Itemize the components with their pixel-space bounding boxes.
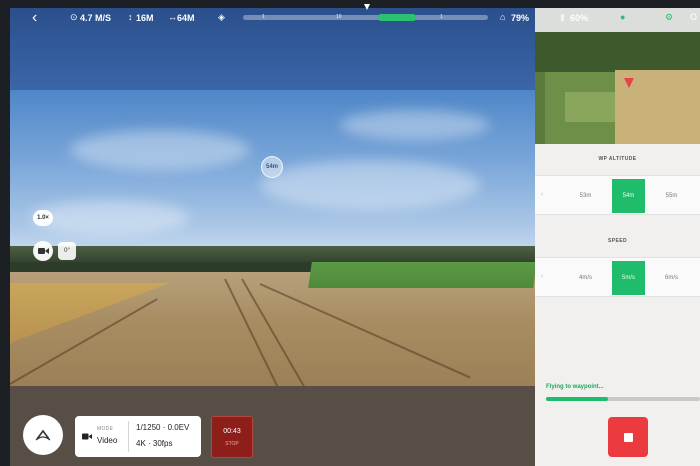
speed-option[interactable]: 6m/s xyxy=(655,261,688,295)
battery-icon: ▮ xyxy=(560,12,565,22)
altitude-option[interactable]: 53m xyxy=(569,179,602,213)
video-mode-icon xyxy=(82,433,92,440)
speed-selector: ‹ 4m/s 5m/s 6m/s xyxy=(535,257,700,297)
cloud xyxy=(70,130,250,170)
mission-progress-track xyxy=(243,15,488,20)
height-icon: ↕ xyxy=(128,12,133,22)
map-forest xyxy=(535,32,700,72)
return-home-icon xyxy=(35,429,51,441)
altitude-selector: ‹ 53m 54m 55m xyxy=(535,175,700,215)
mode-divider xyxy=(128,421,129,452)
progress-tick: 10 xyxy=(336,14,342,20)
speed-icon: ⊙ xyxy=(70,12,78,22)
camera-mode-card[interactable]: MODE Video 1/1250 · 0.0EV 4K · 30fps xyxy=(75,416,201,457)
distance-value: 64M xyxy=(177,13,195,23)
camera-switch-button[interactable] xyxy=(33,241,53,261)
return-home-button[interactable] xyxy=(23,415,63,455)
gimbal-button[interactable]: 0° xyxy=(58,242,76,260)
height-value: 16M xyxy=(136,13,154,23)
speed-value: 4.7 M/S xyxy=(80,13,112,23)
mini-map[interactable] xyxy=(535,32,700,144)
video-camera-icon xyxy=(37,248,49,254)
resolution-value: 4K · 30fps xyxy=(136,439,173,448)
waypoint-marker[interactable]: 54m xyxy=(261,156,283,178)
progress-pointer-icon xyxy=(364,4,370,10)
gps-icon: ● xyxy=(620,12,626,22)
flight-progress-bar xyxy=(546,397,700,401)
stop-icon xyxy=(623,432,633,442)
flight-status-text: Flying to waypoint... xyxy=(546,384,604,390)
grass-strip xyxy=(308,262,535,288)
drone-location-icon xyxy=(624,78,634,88)
map-field xyxy=(565,92,615,122)
record-time: 00:43 xyxy=(223,428,241,435)
stop-mission-button[interactable] xyxy=(608,417,648,457)
speed-option[interactable]: 4m/s xyxy=(569,261,602,295)
zoom-button[interactable]: 1.0× xyxy=(33,210,53,226)
speed-decrease-icon[interactable]: ‹ xyxy=(541,274,543,280)
mission-icon: ◈ xyxy=(218,12,225,22)
battery-value: 60% xyxy=(570,13,589,23)
flight-progress-fill xyxy=(546,397,608,401)
altitude-decrease-icon[interactable]: ‹ xyxy=(541,192,543,198)
more-icon[interactable]: O xyxy=(690,12,697,22)
record-label: STOP xyxy=(225,441,239,447)
speed-section-title: SPEED xyxy=(608,238,627,244)
altitude-option-selected[interactable]: 54m xyxy=(612,179,645,213)
drone-flight-app: ‹ ⊙ 4.7 M/S ↕ 16M ↔ 64M ◈ 1 10 1 ⌂ 79% 5… xyxy=(0,0,700,466)
cloud xyxy=(340,110,490,140)
record-button[interactable]: 00:43 STOP xyxy=(211,416,253,458)
signal-value: 79% xyxy=(511,13,530,23)
back-button[interactable]: ‹ xyxy=(32,9,48,27)
mode-caption: MODE xyxy=(97,426,114,432)
progress-tick: 1 xyxy=(440,14,443,20)
signal-icon: ⌂ xyxy=(500,12,506,22)
speed-option-selected[interactable]: 5m/s xyxy=(612,261,645,295)
distance-icon: ↔ xyxy=(168,12,177,22)
altitude-section-title: WP ALTITUDE xyxy=(598,156,637,162)
cloud xyxy=(30,200,190,235)
mode-value: Video xyxy=(97,436,118,445)
exposure-value: 1/1250 · 0.0EV xyxy=(136,423,190,432)
settings-icon[interactable]: ⚙ xyxy=(665,12,673,23)
progress-tick: 1 xyxy=(262,14,265,20)
mission-progress-current xyxy=(378,14,416,21)
cloud xyxy=(260,160,480,210)
altitude-option[interactable]: 55m xyxy=(655,179,688,213)
